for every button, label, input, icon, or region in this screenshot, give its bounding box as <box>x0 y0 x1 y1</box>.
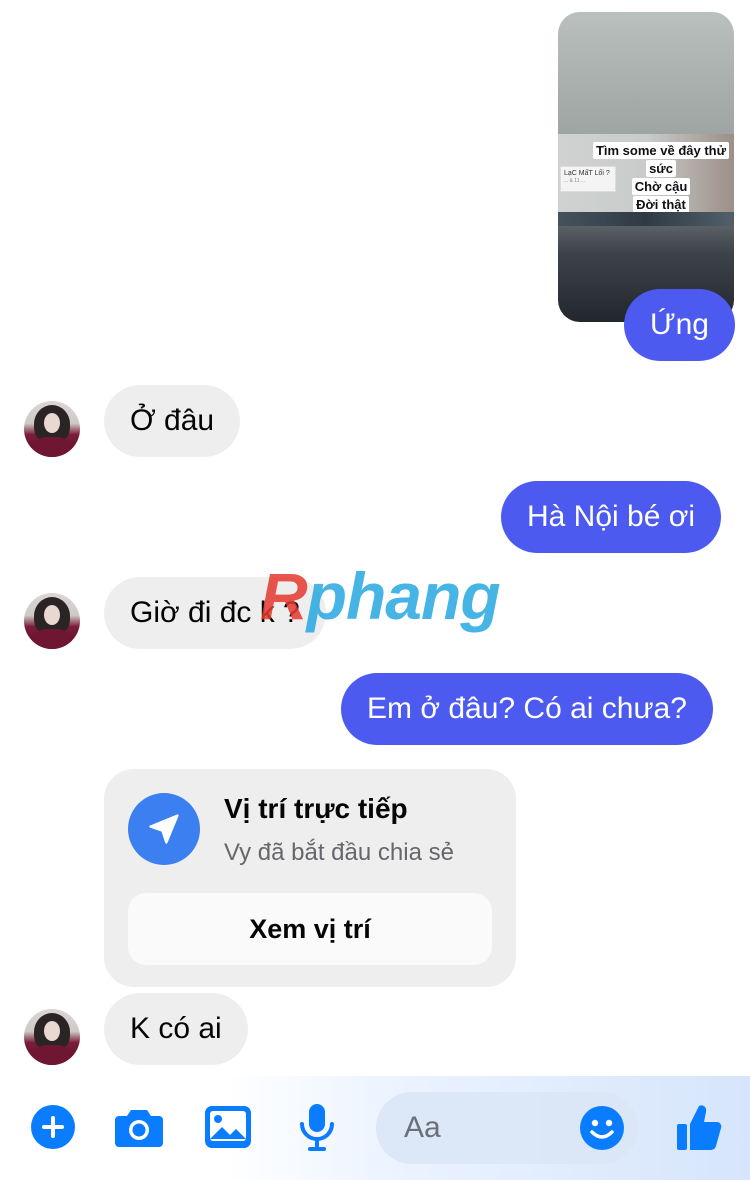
image-floor <box>558 212 734 226</box>
message-text: Ở đâu <box>130 404 215 437</box>
outgoing-message-bubble[interactable]: Em ở đâu? Có ai chưa? <box>341 673 713 745</box>
camera-icon[interactable] <box>114 1102 164 1152</box>
emoji-icon[interactable] <box>578 1104 626 1152</box>
plus-icon[interactable] <box>28 1102 78 1152</box>
contact-avatar[interactable] <box>24 401 80 457</box>
like-icon[interactable] <box>672 1100 726 1154</box>
caption-line: Đời thật <box>633 196 689 213</box>
sent-image-message[interactable]: LạC MấT Lối ? ... & 11 ... Tìm some về đ… <box>558 12 734 322</box>
watermark-r: R <box>260 559 308 633</box>
message-input-container <box>376 1092 638 1164</box>
contact-avatar[interactable] <box>24 1009 80 1065</box>
message-text: Hà Nội bé ơi <box>527 500 696 533</box>
watermark-text: phang <box>306 559 501 633</box>
caption-line: sức <box>646 160 676 177</box>
location-arrow-icon <box>128 793 200 865</box>
incoming-message-bubble[interactable]: Ở đâu <box>104 385 241 457</box>
outgoing-message-bubble[interactable]: Hà Nội bé ơi <box>501 481 722 553</box>
outgoing-message-bubble[interactable]: Ứng <box>624 289 735 361</box>
image-icon[interactable] <box>203 1102 253 1152</box>
location-title: Vị trí trực tiếp <box>224 793 408 824</box>
image-caption: Tìm some về đây thử sức Chờ cậu Đời thật <box>588 142 734 214</box>
live-location-card: Vị trí trực tiếp Vy đã bắt đầu chia sẻ X… <box>104 769 516 987</box>
view-location-button[interactable]: Xem vị trí <box>128 893 492 965</box>
message-text: K có ai <box>130 1012 222 1045</box>
caption-line: Tìm some về đây thử <box>592 142 730 159</box>
microphone-icon[interactable] <box>292 1102 342 1152</box>
watermark-logo: Rphang <box>260 558 501 634</box>
message-text: Em ở đâu? Có ai chưa? <box>367 692 687 725</box>
location-subtitle: Vy đã bắt đầu chia sẻ <box>224 839 454 866</box>
caption-line: Chờ cậu <box>631 178 691 195</box>
message-text: Ứng <box>650 308 709 341</box>
contact-avatar[interactable] <box>24 593 80 649</box>
message-input[interactable] <box>404 1106 574 1150</box>
incoming-message-bubble[interactable]: K có ai <box>104 993 248 1065</box>
